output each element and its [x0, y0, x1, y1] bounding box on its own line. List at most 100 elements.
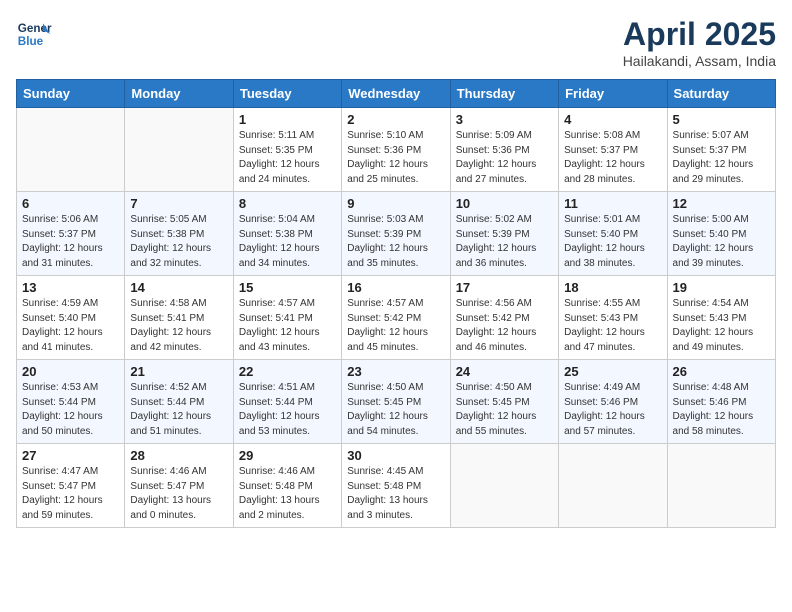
- calendar-cell: 23 Sunrise: 4:50 AM Sunset: 5:45 PM Dayli…: [342, 360, 450, 444]
- day-info: Sunrise: 4:55 AM Sunset: 5:43 PM Dayligh…: [564, 297, 661, 355]
- calendar-cell: 26 Sunrise: 4:48 AM Sunset: 5:46 PM Dayli…: [667, 360, 775, 444]
- day-number: 11: [564, 196, 661, 211]
- calendar-cell: 15 Sunrise: 4:57 AM Sunset: 5:41 PM Dayli…: [233, 276, 341, 360]
- calendar-cell: 7 Sunrise: 5:05 AM Sunset: 5:38 PM Daylig…: [125, 192, 233, 276]
- calendar-cell: 2 Sunrise: 5:10 AM Sunset: 5:36 PM Daylig…: [342, 108, 450, 192]
- day-info: Sunrise: 4:57 AM Sunset: 5:42 PM Dayligh…: [347, 297, 444, 355]
- day-number: 22: [239, 364, 336, 379]
- day-number: 20: [22, 364, 119, 379]
- day-info: Sunrise: 5:10 AM Sunset: 5:36 PM Dayligh…: [347, 129, 444, 187]
- day-number: 8: [239, 196, 336, 211]
- day-number: 3: [456, 112, 553, 127]
- calendar-cell: 6 Sunrise: 5:06 AM Sunset: 5:37 PM Daylig…: [17, 192, 125, 276]
- day-info: Sunrise: 5:11 AM Sunset: 5:35 PM Dayligh…: [239, 129, 336, 187]
- calendar-cell: 27Sunrise: 4:47 AM Sunset: 5:47 PM Dayli…: [17, 444, 125, 528]
- day-info: Sunrise: 5:02 AM Sunset: 5:39 PM Dayligh…: [456, 213, 553, 271]
- day-number: 28: [130, 448, 227, 463]
- day-info: Sunrise: 4:50 AM Sunset: 5:45 PM Dayligh…: [456, 381, 553, 439]
- day-number: 18: [564, 280, 661, 295]
- day-info: Sunrise: 4:47 AM Sunset: 5:47 PM Dayligh…: [22, 465, 119, 523]
- day-info: Sunrise: 4:54 AM Sunset: 5:43 PM Dayligh…: [673, 297, 770, 355]
- column-header-monday: Monday: [125, 80, 233, 108]
- day-number: 17: [456, 280, 553, 295]
- day-number: 21: [130, 364, 227, 379]
- column-header-thursday: Thursday: [450, 80, 558, 108]
- logo: General Blue: [16, 16, 52, 52]
- calendar-cell: 10 Sunrise: 5:02 AM Sunset: 5:39 PM Dayli…: [450, 192, 558, 276]
- calendar-cell: 5 Sunrise: 5:07 AM Sunset: 5:37 PM Daylig…: [667, 108, 775, 192]
- day-info: Sunrise: 4:58 AM Sunset: 5:41 PM Dayligh…: [130, 297, 227, 355]
- calendar-cell: 1Sunrise: 5:11 AM Sunset: 5:35 PM Daylig…: [233, 108, 341, 192]
- calendar-cell: 20 Sunrise: 4:53 AM Sunset: 5:44 PM Dayli…: [17, 360, 125, 444]
- calendar-cell: [17, 108, 125, 192]
- day-number: 26: [673, 364, 770, 379]
- month-title: April 2025: [623, 16, 776, 53]
- day-number: 29: [239, 448, 336, 463]
- day-info: Sunrise: 4:56 AM Sunset: 5:42 PM Dayligh…: [456, 297, 553, 355]
- calendar-cell: 28Sunrise: 4:46 AM Sunset: 5:47 PM Dayli…: [125, 444, 233, 528]
- day-number: 25: [564, 364, 661, 379]
- calendar-cell: 4Sunrise: 5:08 AM Sunset: 5:37 PM Daylig…: [559, 108, 667, 192]
- day-number: 24: [456, 364, 553, 379]
- column-header-wednesday: Wednesday: [342, 80, 450, 108]
- day-number: 15: [239, 280, 336, 295]
- page-header: General Blue April 2025 Hailakandi, Assa…: [16, 16, 776, 69]
- day-info: Sunrise: 4:57 AM Sunset: 5:41 PM Dayligh…: [239, 297, 336, 355]
- day-info: Sunrise: 5:05 AM Sunset: 5:38 PM Dayligh…: [130, 213, 227, 271]
- day-info: Sunrise: 4:50 AM Sunset: 5:45 PM Dayligh…: [347, 381, 444, 439]
- day-number: 19: [673, 280, 770, 295]
- calendar-cell: 30 Sunrise: 4:45 AM Sunset: 5:48 PM Dayli…: [342, 444, 450, 528]
- calendar-cell: 24 Sunrise: 4:50 AM Sunset: 5:45 PM Dayli…: [450, 360, 558, 444]
- day-number: 7: [130, 196, 227, 211]
- column-header-tuesday: Tuesday: [233, 80, 341, 108]
- day-info: Sunrise: 5:00 AM Sunset: 5:40 PM Dayligh…: [673, 213, 770, 271]
- day-number: 16: [347, 280, 444, 295]
- day-info: Sunrise: 4:51 AM Sunset: 5:44 PM Dayligh…: [239, 381, 336, 439]
- day-info: Sunrise: 4:45 AM Sunset: 5:48 PM Dayligh…: [347, 465, 444, 523]
- day-info: Sunrise: 5:03 AM Sunset: 5:39 PM Dayligh…: [347, 213, 444, 271]
- calendar-week-row: 1Sunrise: 5:11 AM Sunset: 5:35 PM Daylig…: [17, 108, 776, 192]
- day-info: Sunrise: 4:48 AM Sunset: 5:46 PM Dayligh…: [673, 381, 770, 439]
- day-number: 5: [673, 112, 770, 127]
- calendar-cell: 3 Sunrise: 5:09 AM Sunset: 5:36 PM Daylig…: [450, 108, 558, 192]
- calendar-cell: 19 Sunrise: 4:54 AM Sunset: 5:43 PM Dayli…: [667, 276, 775, 360]
- day-info: Sunrise: 4:49 AM Sunset: 5:46 PM Dayligh…: [564, 381, 661, 439]
- calendar-week-row: 20 Sunrise: 4:53 AM Sunset: 5:44 PM Dayli…: [17, 360, 776, 444]
- day-info: Sunrise: 4:59 AM Sunset: 5:40 PM Dayligh…: [22, 297, 119, 355]
- day-info: Sunrise: 5:06 AM Sunset: 5:37 PM Dayligh…: [22, 213, 119, 271]
- day-number: 2: [347, 112, 444, 127]
- day-info: Sunrise: 5:08 AM Sunset: 5:37 PM Dayligh…: [564, 129, 661, 187]
- calendar-cell: [450, 444, 558, 528]
- calendar-header-row: SundayMondayTuesdayWednesdayThursdayFrid…: [17, 80, 776, 108]
- column-header-sunday: Sunday: [17, 80, 125, 108]
- day-number: 23: [347, 364, 444, 379]
- calendar-cell: 13Sunrise: 4:59 AM Sunset: 5:40 PM Dayli…: [17, 276, 125, 360]
- calendar-cell: 9 Sunrise: 5:03 AM Sunset: 5:39 PM Daylig…: [342, 192, 450, 276]
- calendar-week-row: 6 Sunrise: 5:06 AM Sunset: 5:37 PM Daylig…: [17, 192, 776, 276]
- day-info: Sunrise: 5:09 AM Sunset: 5:36 PM Dayligh…: [456, 129, 553, 187]
- calendar-week-row: 27Sunrise: 4:47 AM Sunset: 5:47 PM Dayli…: [17, 444, 776, 528]
- calendar-cell: 16 Sunrise: 4:57 AM Sunset: 5:42 PM Dayli…: [342, 276, 450, 360]
- calendar-cell: 22 Sunrise: 4:51 AM Sunset: 5:44 PM Dayli…: [233, 360, 341, 444]
- calendar-table: SundayMondayTuesdayWednesdayThursdayFrid…: [16, 79, 776, 528]
- day-number: 14: [130, 280, 227, 295]
- day-number: 9: [347, 196, 444, 211]
- day-info: Sunrise: 4:46 AM Sunset: 5:48 PM Dayligh…: [239, 465, 336, 523]
- calendar-cell: 21 Sunrise: 4:52 AM Sunset: 5:44 PM Dayli…: [125, 360, 233, 444]
- location-title: Hailakandi, Assam, India: [623, 53, 776, 69]
- calendar-cell: 12 Sunrise: 5:00 AM Sunset: 5:40 PM Dayli…: [667, 192, 775, 276]
- day-info: Sunrise: 5:07 AM Sunset: 5:37 PM Dayligh…: [673, 129, 770, 187]
- calendar-cell: [559, 444, 667, 528]
- calendar-cell: 18 Sunrise: 4:55 AM Sunset: 5:43 PM Dayli…: [559, 276, 667, 360]
- day-info: Sunrise: 4:53 AM Sunset: 5:44 PM Dayligh…: [22, 381, 119, 439]
- calendar-cell: 14 Sunrise: 4:58 AM Sunset: 5:41 PM Dayli…: [125, 276, 233, 360]
- day-number: 6: [22, 196, 119, 211]
- calendar-cell: [667, 444, 775, 528]
- day-number: 10: [456, 196, 553, 211]
- day-number: 30: [347, 448, 444, 463]
- svg-text:Blue: Blue: [18, 35, 44, 48]
- day-number: 12: [673, 196, 770, 211]
- title-area: April 2025 Hailakandi, Assam, India: [623, 16, 776, 69]
- day-info: Sunrise: 4:52 AM Sunset: 5:44 PM Dayligh…: [130, 381, 227, 439]
- svg-text:General: General: [18, 22, 52, 35]
